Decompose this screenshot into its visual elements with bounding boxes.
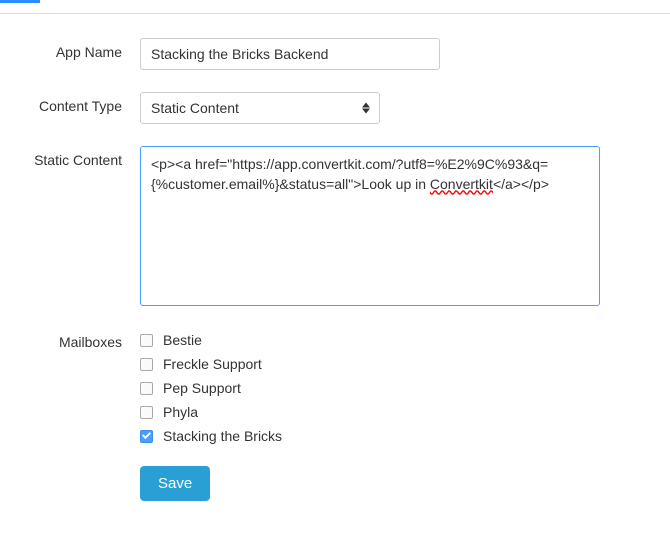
label-app-name: App Name [20, 38, 140, 60]
button-row: Save [140, 466, 650, 501]
mailbox-checkbox[interactable] [140, 406, 153, 419]
tab-bar [0, 0, 670, 14]
label-mailboxes: Mailboxes [20, 328, 140, 350]
mailbox-item: Pep Support [140, 380, 645, 396]
row-static-content: Static Content <p><a href="https://app.c… [20, 146, 650, 306]
mailbox-item: Bestie [140, 332, 645, 348]
row-content-type: Content Type Static Content [20, 92, 650, 124]
mailbox-checkbox-list: Bestie Freckle Support Pep Support Phyla Sta… [140, 328, 645, 444]
row-app-name: App Name [20, 38, 650, 70]
label-content-type: Content Type [20, 92, 140, 114]
save-button[interactable]: Save [140, 466, 210, 501]
mailbox-label[interactable]: Freckle Support [163, 356, 262, 372]
mailbox-label[interactable]: Pep Support [163, 380, 241, 396]
mailbox-checkbox[interactable] [140, 334, 153, 347]
mailbox-checkbox[interactable] [140, 358, 153, 371]
textarea-misspelled: Convertkit [430, 176, 493, 192]
mailbox-label[interactable]: Stacking the Bricks [163, 428, 282, 444]
label-static-content: Static Content [20, 146, 140, 168]
app-name-input[interactable] [140, 38, 440, 70]
mailbox-item: Freckle Support [140, 356, 645, 372]
content-type-select[interactable]: Static Content [140, 92, 380, 124]
app-settings-form: App Name Content Type Static Content Sta… [0, 38, 670, 501]
mailbox-label[interactable]: Bestie [163, 332, 202, 348]
active-tab-indicator [0, 0, 40, 3]
mailbox-label[interactable]: Phyla [163, 404, 198, 420]
row-mailboxes: Mailboxes Bestie Freckle Support Pep Suppo… [20, 328, 650, 444]
textarea-text: </a></p> [493, 176, 549, 192]
mailbox-checkbox[interactable] [140, 430, 153, 443]
mailbox-checkbox[interactable] [140, 382, 153, 395]
mailbox-item: Phyla [140, 404, 645, 420]
mailbox-item: Stacking the Bricks [140, 428, 645, 444]
static-content-textarea[interactable]: <p><a href="https://app.convertkit.com/?… [140, 146, 600, 306]
